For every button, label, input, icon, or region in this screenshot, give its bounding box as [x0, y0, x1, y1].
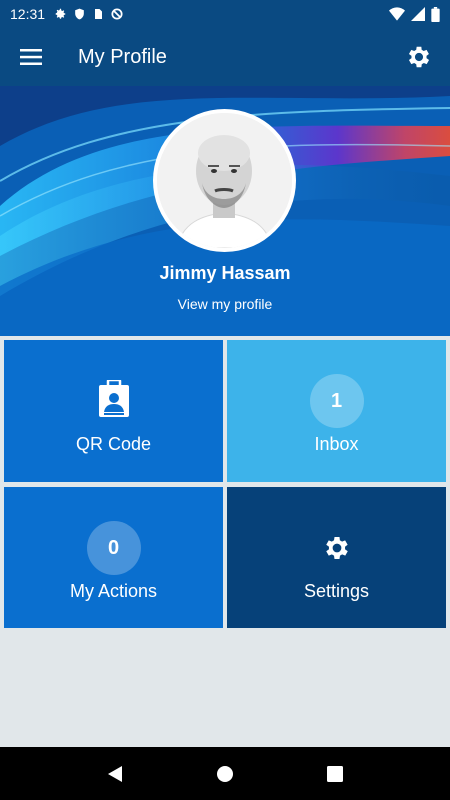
- settings-label: Settings: [303, 581, 370, 601]
- shield-icon: [75, 8, 84, 20]
- system-nav-bar: [0, 747, 450, 800]
- status-time: 12:31: [10, 6, 46, 22]
- battery-icon: [431, 6, 440, 22]
- settings-tile[interactable]: Settings: [227, 487, 446, 628]
- page-title: My Profile: [78, 45, 167, 68]
- inbox-tile[interactable]: 1 Inbox: [227, 340, 446, 482]
- settings-notification-icon: [55, 8, 66, 19]
- id-badge-icon: [98, 378, 130, 423]
- actions-count-badge: 0: [86, 521, 141, 575]
- home-button[interactable]: [205, 754, 245, 794]
- settings-button[interactable]: [402, 40, 436, 74]
- qr-code-label: QR Code: [75, 434, 152, 454]
- app-bar: My Profile: [0, 28, 450, 86]
- status-bar: 12:31: [0, 0, 450, 28]
- avatar-photo: [157, 113, 292, 248]
- home-icon: [217, 765, 233, 782]
- back-button[interactable]: [95, 754, 135, 794]
- gear-icon: [408, 46, 430, 68]
- no-sync-icon: [111, 8, 123, 20]
- recents-button[interactable]: [315, 754, 355, 794]
- qr-code-tile[interactable]: QR Code: [4, 340, 223, 482]
- signal-icon: [411, 7, 425, 21]
- avatar[interactable]: [153, 109, 296, 252]
- profile-name: Jimmy Hassam: [159, 263, 291, 283]
- wifi-icon: [389, 7, 405, 21]
- view-profile-link[interactable]: View my profile: [0, 296, 450, 312]
- inbox-label: Inbox: [314, 434, 359, 454]
- sd-card-icon: [95, 9, 103, 19]
- back-icon: [108, 765, 122, 782]
- my-actions-tile[interactable]: 0 My Actions: [4, 487, 223, 628]
- menu-button[interactable]: [0, 28, 62, 86]
- menu-icon: [20, 49, 42, 65]
- recents-icon: [327, 765, 343, 782]
- inbox-count-badge: 1: [309, 374, 364, 428]
- gear-icon: [322, 533, 352, 568]
- my-actions-label: My Actions: [69, 581, 158, 601]
- profile-header: Jimmy Hassam View my profile: [0, 86, 450, 336]
